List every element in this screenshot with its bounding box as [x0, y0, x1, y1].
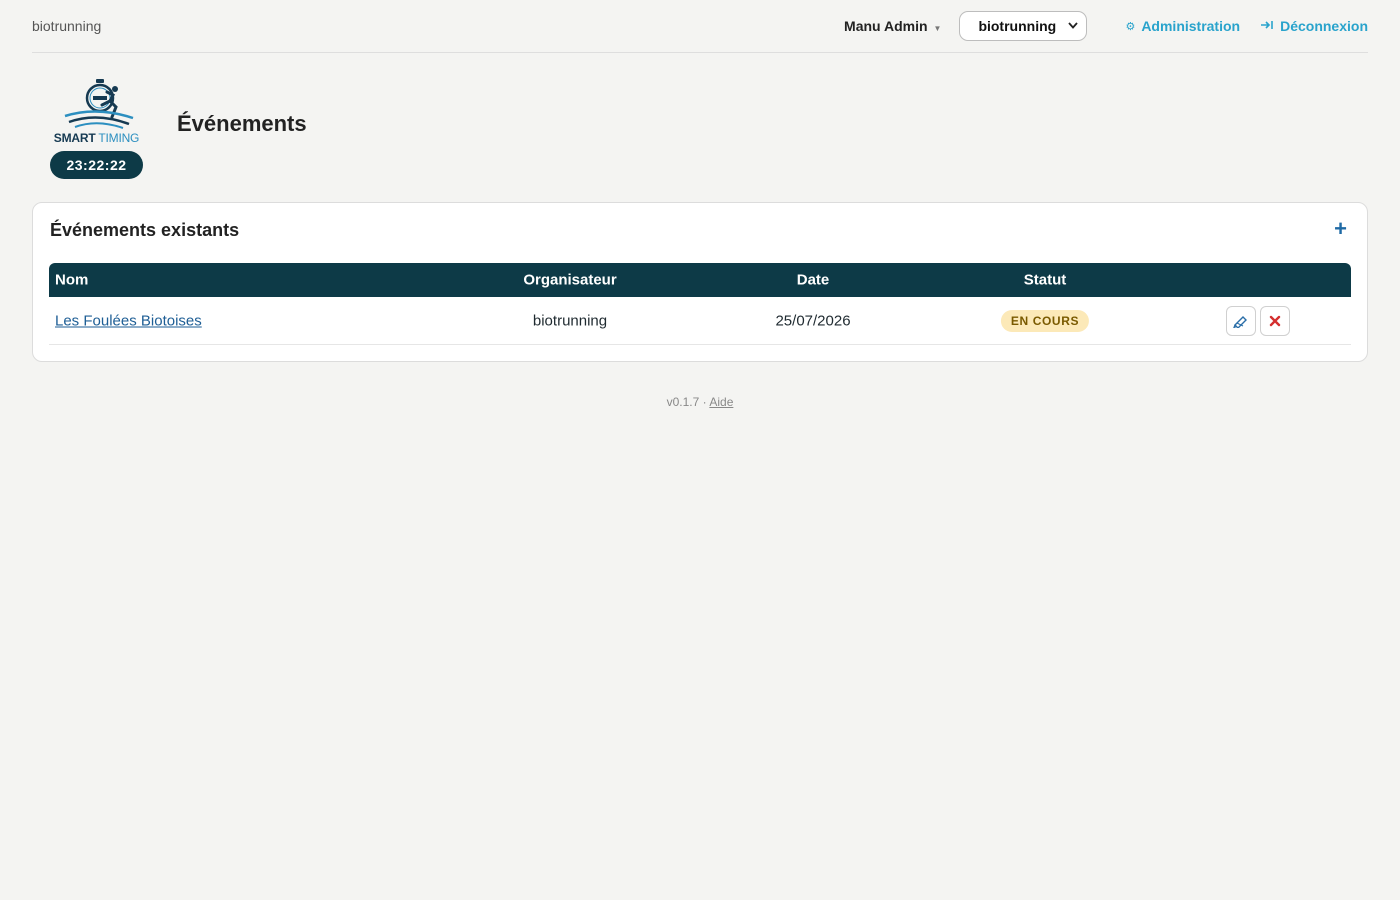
close-icon	[1269, 315, 1281, 326]
clock-display: 23:22:22	[50, 151, 143, 179]
logout-label: Déconnexion	[1280, 18, 1368, 34]
logout-link[interactable]: Déconnexion	[1260, 18, 1368, 34]
row-actions	[1226, 305, 1294, 336]
event-name-cell: Les Foulées Biotoises	[55, 312, 202, 329]
administration-label: Administration	[1141, 18, 1241, 34]
events-table: Nom Organisateur Date Statut Les Foulées…	[49, 263, 1351, 345]
smart-timing-logo: SMART TIMING 23:22:22	[50, 78, 143, 179]
add-event-button[interactable]: +	[1334, 218, 1347, 240]
edit-event-button[interactable]	[1226, 305, 1256, 336]
event-organizer-cell: biotrunning	[532, 312, 608, 329]
events-card: Événements existants + Nom Organisateur …	[32, 202, 1368, 362]
help-link[interactable]: Aide	[709, 395, 733, 409]
column-header-name: Nom	[55, 271, 89, 289]
administration-link[interactable]: ⚙ Administration	[1125, 18, 1240, 34]
user-menu[interactable]: Manu Admin ▼	[844, 18, 941, 34]
footer: v0.1.7 · Aide	[0, 395, 1400, 409]
organization-select[interactable]: biotrunning	[959, 11, 1088, 41]
delete-event-button[interactable]	[1260, 305, 1290, 336]
stopwatch-runner-logo-icon	[64, 79, 133, 129]
table-header: Nom Organisateur Date Statut	[49, 263, 1351, 297]
gear-icon: ⚙	[1125, 20, 1136, 33]
user-name: Manu Admin	[844, 18, 928, 34]
footer-separator: ·	[702, 395, 707, 409]
organization-select-value: biotrunning	[978, 18, 1057, 34]
top-nav: Manu Admin ▼ biotrunning ⚙ Administratio…	[844, 11, 1368, 41]
top-bar: biotrunning Manu Admin ▼ biotrunning ⚙ A…	[32, 0, 1368, 53]
column-header-date: Date	[796, 271, 830, 289]
card-title: Événements existants	[50, 220, 240, 240]
page-header: SMART TIMING 23:22:22 Événements	[50, 78, 307, 179]
event-link[interactable]: Les Foulées Biotoises	[55, 312, 202, 329]
version-text: v0.1.7	[666, 395, 700, 409]
column-header-status: Statut	[1023, 271, 1067, 289]
column-header-organizer: Organisateur	[523, 271, 617, 289]
page-title: Événements	[177, 110, 307, 136]
brand-name[interactable]: biotrunning	[32, 18, 101, 34]
logout-arrow-icon	[1260, 20, 1274, 33]
logo-wordmark: SMART TIMING	[53, 131, 140, 145]
event-date-cell: 25/07/2026	[775, 312, 851, 329]
table-row: Les Foulées Biotoises biotrunning 25/07/…	[49, 297, 1351, 345]
pencil-icon	[1233, 315, 1247, 328]
caret-down-icon: ▼	[933, 23, 942, 33]
plus-icon: +	[1334, 216, 1347, 241]
chevron-down-icon	[1068, 20, 1079, 32]
status-badge: EN COURS	[1000, 309, 1090, 332]
